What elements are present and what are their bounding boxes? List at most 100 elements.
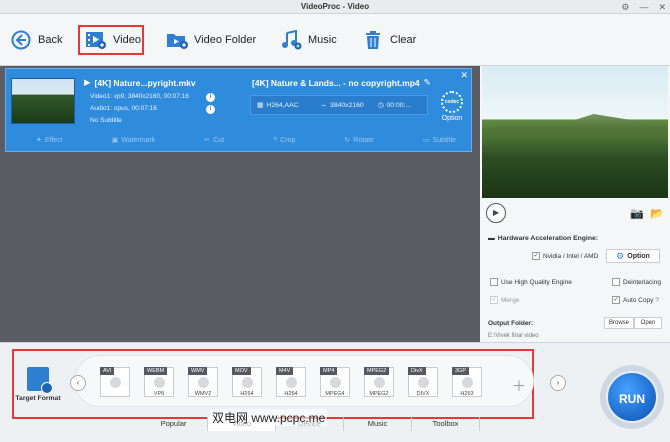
hw-accel-header: ▬ Hardware Acceleration Engine:	[488, 235, 598, 242]
remove-task-icon[interactable]: ✕	[460, 70, 468, 81]
hw-vendor-checkbox[interactable]: ✓	[532, 252, 540, 260]
clock-icon: ◷	[377, 102, 384, 109]
format-item-webm[interactable]: WEBM VP8	[144, 367, 174, 397]
format-disc-icon	[286, 377, 297, 388]
auto-copy-checkbox[interactable]: ✓	[612, 296, 620, 304]
title-bar: VideoProc - Video ⚙ — ✕	[0, 0, 670, 14]
subtitle-button[interactable]: ▭ Subtitle	[423, 133, 456, 147]
video-task-card[interactable]: ✕ ▶ [4K] Nature...pyright.mkv Video1: vp…	[5, 68, 472, 152]
hw-vendor-row[interactable]: ✓ Nvidia / Intel / AMD	[532, 252, 598, 260]
scissors-icon: ✂	[204, 137, 211, 144]
tab-music[interactable]: Music	[344, 417, 412, 431]
codec-option-button[interactable]: codec Option	[437, 91, 467, 131]
source-audio-track[interactable]: Audio1: opus, 00:07:16	[90, 105, 157, 112]
high-quality-row[interactable]: Use High Quality Engine	[490, 278, 572, 286]
output-codec: ▦ H264,AAC	[257, 101, 320, 110]
open-folder-icon[interactable]: 📂	[650, 207, 664, 220]
format-item-mpeg2[interactable]: MPEG2 MPEG2	[364, 367, 394, 397]
auto-copy-row[interactable]: ✓ Auto Copy ?	[612, 296, 659, 304]
auto-copy-label: Auto Copy	[623, 296, 654, 304]
source-video-track[interactable]: Video1: vp9, 3840x2160, 00:07:16	[90, 93, 189, 100]
tab-popular[interactable]: Popular	[140, 417, 208, 431]
effect-button[interactable]: ✦ Effect	[36, 133, 63, 147]
video-thumbnail[interactable]	[11, 78, 75, 124]
effect-label: Effect	[44, 136, 63, 144]
play-button-icon[interactable]: ▶	[486, 203, 506, 223]
run-button[interactable]: RUN	[606, 371, 658, 423]
music-note-icon	[280, 29, 302, 51]
resolution-icon: ⇔	[320, 101, 328, 109]
merge-row[interactable]: ✓ Merge	[490, 296, 519, 304]
source-file-name: ▶ [4K] Nature...pyright.mkv	[84, 77, 196, 88]
format-item-divx[interactable]: DivX DIVX	[408, 367, 438, 397]
high-quality-checkbox[interactable]	[490, 278, 498, 286]
format-tag: M4V	[276, 367, 294, 375]
close-window-icon[interactable]: ✕	[658, 0, 666, 14]
open-button[interactable]: Open	[634, 317, 662, 329]
add-video-button[interactable]: Video	[78, 25, 144, 55]
audio-track-info-icon[interactable]: i	[206, 105, 215, 114]
edit-toolbar: ✦ Effect ▣ Watermark ✂ Cut ⌗ Crop ↻ Rotate ▭ S…	[36, 133, 456, 147]
subtitle-icon: ▭	[422, 137, 430, 144]
deinterlacing-row[interactable]: Deinterlacing	[612, 278, 661, 286]
rotate-button[interactable]: ↻ Rotate	[344, 133, 374, 147]
output-codec-text: H264,AAC	[266, 101, 299, 109]
format-item-mov[interactable]: MOV H264	[232, 367, 262, 397]
format-disc-icon	[154, 377, 165, 388]
task-list-area: ✕ ▶ [4K] Nature...pyright.mkv Video1: vp…	[0, 66, 478, 342]
film-icon: ▦	[257, 102, 264, 109]
rotate-icon: ↻	[344, 137, 351, 144]
back-arrow-icon	[10, 29, 32, 51]
help-icon[interactable]: ?	[655, 297, 659, 304]
next-format-icon[interactable]: ›	[550, 375, 566, 391]
clear-button[interactable]: Clear	[362, 24, 416, 56]
merge-checkbox[interactable]: ✓	[490, 296, 498, 304]
clear-label: Clear	[390, 34, 417, 46]
format-codec-label: MPEG2	[369, 391, 389, 397]
settings-gear-icon[interactable]: ⚙	[621, 0, 629, 14]
video-label: Video	[113, 34, 141, 46]
source-subtitle-track[interactable]: No Subtitle	[90, 117, 122, 124]
output-resolution-text: 3840x2160	[330, 101, 364, 109]
format-item-mp4[interactable]: MP4 MPEG4	[320, 367, 350, 397]
format-disc-icon	[462, 377, 473, 388]
subtitle-label: Subtitle	[432, 136, 456, 144]
window-title: VideoProc - Video	[300, 2, 370, 11]
back-button[interactable]: Back	[10, 24, 62, 56]
snapshot-camera-icon[interactable]: 📷	[630, 207, 644, 220]
format-item-m4v[interactable]: M4V H264	[276, 367, 306, 397]
playback-controls: ▶ 📷 📂	[480, 202, 670, 224]
format-tag: 3GP	[452, 367, 470, 375]
minimize-icon[interactable]: —	[639, 0, 648, 14]
format-disc-icon	[330, 377, 341, 388]
video-track-info-icon[interactable]: i	[206, 93, 215, 102]
format-item-wmv[interactable]: WMV WMV2	[188, 367, 218, 397]
prev-format-icon[interactable]: ‹	[70, 375, 86, 391]
cut-button[interactable]: ✂ Cut	[204, 133, 224, 147]
add-music-button[interactable]: Music	[280, 24, 337, 56]
format-codec-label: WMV2	[194, 391, 212, 397]
format-tag: MPEG2	[364, 367, 390, 375]
crop-button[interactable]: ⌗ Crop	[273, 133, 295, 147]
browse-button[interactable]: Browse	[604, 317, 634, 329]
watermark-icon: ▣	[111, 137, 119, 144]
format-codec-label: H264	[240, 391, 254, 397]
add-format-icon[interactable]: ＋	[512, 376, 526, 396]
output-info-bar: ▦ H264,AAC ⇔ 3840x2160 ◷ 00:00:...	[250, 95, 428, 115]
deinterlacing-checkbox[interactable]	[612, 278, 620, 286]
watermark-button[interactable]: ▣ Watermark	[112, 133, 156, 147]
output-folder-label: Output Folder:	[488, 320, 534, 327]
output-duration: ◷ 00:00:...	[377, 101, 427, 110]
right-panel: ▶ 📷 📂 ▬ Hardware Acceleration Engine: ✓ …	[480, 66, 670, 342]
format-item-3gp[interactable]: 3GP H263	[452, 367, 482, 397]
format-codec-label: MPEG4	[325, 391, 345, 397]
watermark-label: Watermark	[121, 136, 156, 144]
video-film-icon	[85, 29, 107, 51]
edit-pencil-icon[interactable]: ✎	[424, 77, 431, 88]
target-format-button[interactable]: Target Format	[10, 367, 66, 402]
tab-toolbox[interactable]: Toolbox	[412, 417, 480, 431]
format-codec-label: VP8	[153, 391, 165, 397]
hw-option-button[interactable]: ⚙ Option	[606, 249, 660, 263]
add-video-folder-button[interactable]: Video Folder	[166, 24, 256, 56]
format-item-avi[interactable]: AVI	[100, 367, 130, 397]
